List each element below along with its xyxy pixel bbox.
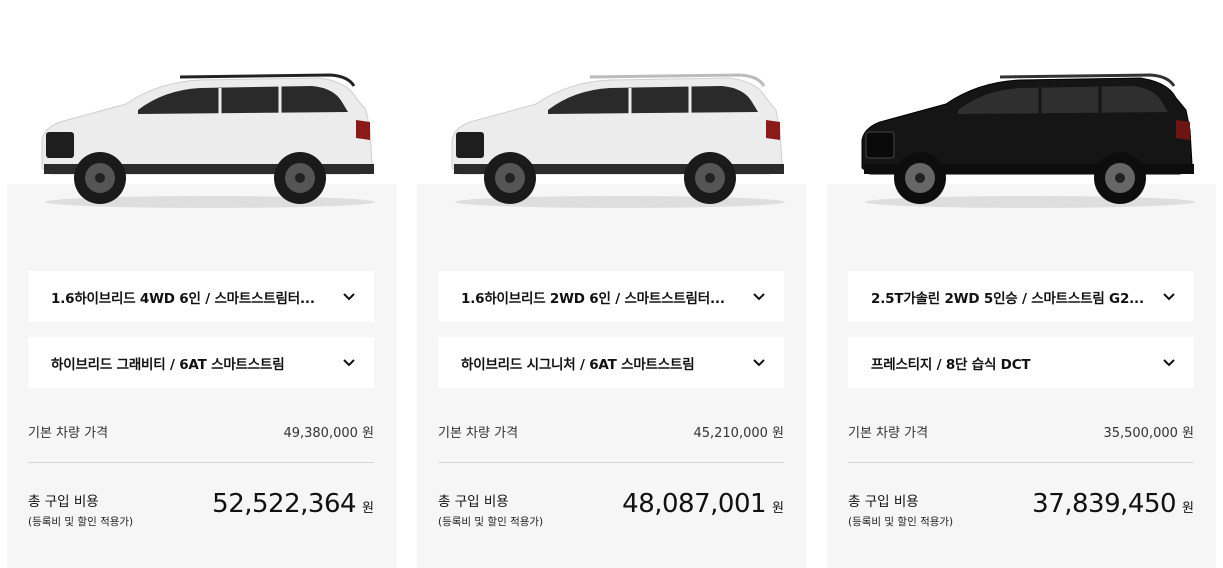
base-price-row: 기본 차량 가격 49,380,000 원: [28, 422, 374, 441]
divider: [28, 462, 374, 463]
car-image-black-suv: [861, 73, 1195, 208]
chevron-down-icon: [1163, 358, 1175, 366]
base-price-unit: 원: [362, 426, 374, 441]
total-price-label: 총 구입 비용: [438, 494, 509, 510]
vehicle-card-1: 1.6하이브리드 4WD 6인 / 스마트스트림터... 하이브리드 그래비티 …: [7, 184, 396, 568]
total-price-row: 총 구입 비용 (등록비 및 할인 적용가) 52,522,364 원: [28, 487, 374, 537]
chevron-down-icon: [753, 358, 765, 366]
total-price-note: (등록비 및 할인 적용가): [438, 516, 544, 528]
comparison-page: 1.6하이브리드 4WD 6인 / 스마트스트림터... 하이브리드 그래비티 …: [0, 0, 1223, 568]
total-price-value: 52,522,364: [212, 489, 357, 519]
base-price-label: 기본 차량 가격: [438, 426, 519, 441]
base-price-value: 45,210,000: [693, 426, 768, 441]
divider: [438, 462, 784, 463]
chevron-down-icon: [1163, 292, 1175, 300]
car-image-white-suv: [41, 73, 375, 208]
total-price-value-wrap: 52,522,364 원: [212, 489, 374, 519]
trim-select-value: 1.6하이브리드 2WD 6인 / 스마트스트림터...: [461, 290, 725, 307]
trim-select[interactable]: 2.5T가솔린 2WD 5인승 / 스마트스트림 G2...: [848, 271, 1194, 322]
total-price-row: 총 구입 비용 (등록비 및 할인 적용가) 37,839,450 원: [848, 487, 1194, 537]
total-price-label: 총 구입 비용: [848, 494, 919, 510]
base-price-value-wrap: 49,380,000 원: [283, 422, 374, 441]
grade-select-value: 하이브리드 시그니처 / 6AT 스마트스트림: [461, 356, 695, 373]
total-price-value: 48,087,001: [622, 489, 767, 519]
base-price-value: 49,380,000: [283, 426, 358, 441]
car-image-white-suv: [451, 73, 785, 208]
trim-select[interactable]: 1.6하이브리드 4WD 6인 / 스마트스트림터...: [28, 271, 374, 322]
total-price-unit: 원: [1182, 501, 1194, 516]
base-price-unit: 원: [772, 426, 784, 441]
base-price-value-wrap: 35,500,000 원: [1103, 422, 1194, 441]
total-price-label: 총 구입 비용: [28, 494, 99, 510]
total-price-unit: 원: [362, 501, 374, 516]
base-price-row: 기본 차량 가격 35,500,000 원: [848, 422, 1194, 441]
grade-select[interactable]: 프레스티지 / 8단 습식 DCT: [848, 337, 1194, 388]
total-price-note: (등록비 및 할인 적용가): [28, 516, 134, 528]
total-price-value-wrap: 37,839,450 원: [1032, 489, 1194, 519]
vehicle-card-2: 1.6하이브리드 2WD 6인 / 스마트스트림터... 하이브리드 시그니처 …: [417, 184, 806, 568]
base-price-label: 기본 차량 가격: [28, 426, 109, 441]
grade-select-value: 하이브리드 그래비티 / 6AT 스마트스트림: [51, 356, 285, 373]
total-price-note: (등록비 및 할인 적용가): [848, 516, 954, 528]
grade-select[interactable]: 하이브리드 시그니처 / 6AT 스마트스트림: [438, 337, 784, 388]
trim-select[interactable]: 1.6하이브리드 2WD 6인 / 스마트스트림터...: [438, 271, 784, 322]
vehicle-card-3: 2.5T가솔린 2WD 5인승 / 스마트스트림 G2... 프레스티지 / 8…: [827, 184, 1216, 568]
base-price-label: 기본 차량 가격: [848, 426, 929, 441]
base-price-row: 기본 차량 가격 45,210,000 원: [438, 422, 784, 441]
divider: [848, 462, 1194, 463]
base-price-value-wrap: 45,210,000 원: [693, 422, 784, 441]
chevron-down-icon: [343, 358, 355, 366]
base-price-value: 35,500,000: [1103, 426, 1178, 441]
grade-select-value: 프레스티지 / 8단 습식 DCT: [871, 356, 1031, 373]
total-price-value-wrap: 48,087,001 원: [622, 489, 784, 519]
total-price-unit: 원: [772, 501, 784, 516]
trim-select-value: 2.5T가솔린 2WD 5인승 / 스마트스트림 G2...: [871, 290, 1144, 307]
base-price-unit: 원: [1182, 426, 1194, 441]
chevron-down-icon: [753, 292, 765, 300]
total-price-row: 총 구입 비용 (등록비 및 할인 적용가) 48,087,001 원: [438, 487, 784, 537]
total-price-value: 37,839,450: [1032, 489, 1177, 519]
trim-select-value: 1.6하이브리드 4WD 6인 / 스마트스트림터...: [51, 290, 315, 307]
chevron-down-icon: [343, 292, 355, 300]
grade-select[interactable]: 하이브리드 그래비티 / 6AT 스마트스트림: [28, 337, 374, 388]
